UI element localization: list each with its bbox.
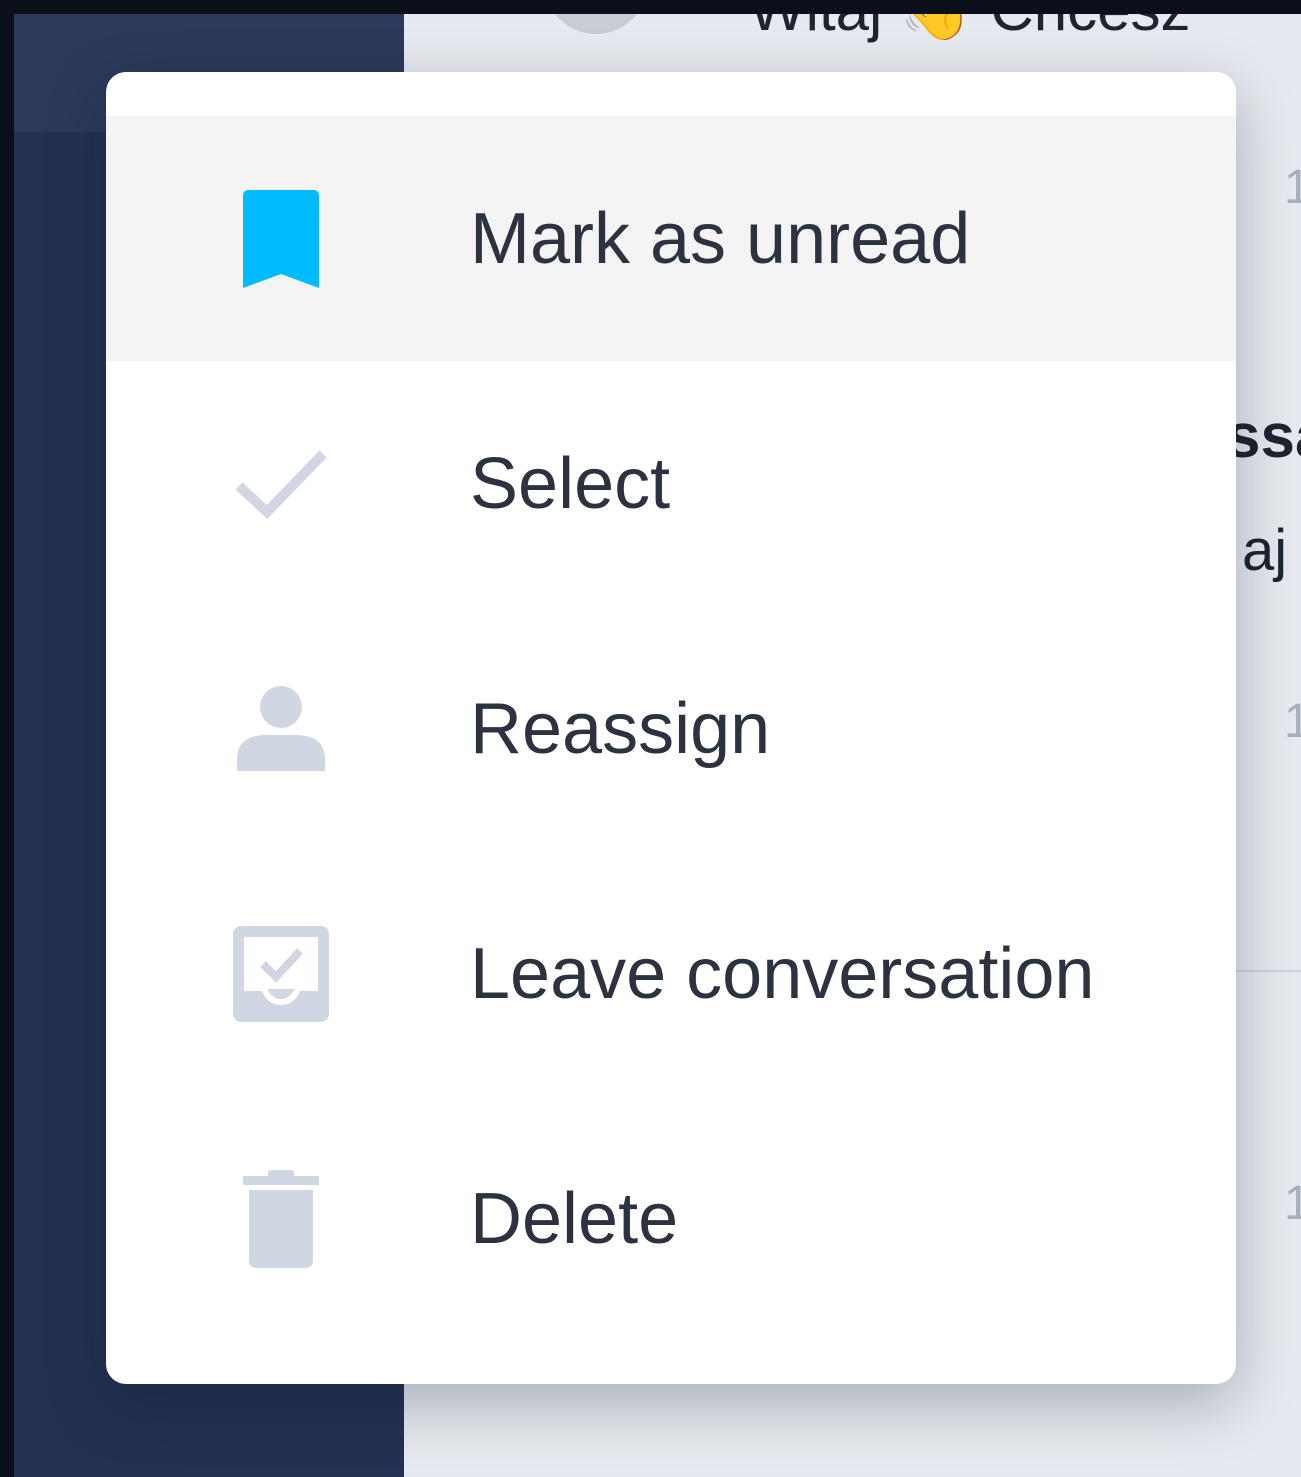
- trash-icon: [226, 1164, 336, 1274]
- list-item-time: 1: [1284, 695, 1301, 748]
- list-item-preview: aj: [1242, 518, 1288, 583]
- bookmark-icon: [226, 184, 336, 294]
- person-icon: [226, 674, 336, 784]
- checkmark-icon: [226, 429, 336, 539]
- list-item-time: 1: [1284, 161, 1301, 214]
- menu-item-label: Select: [470, 443, 671, 524]
- list-item-title: ssa: [1226, 402, 1301, 471]
- avatar: [544, 14, 648, 34]
- menu-item-label: Leave conversation: [470, 933, 1095, 1014]
- list-item-time: 1: [1284, 1177, 1301, 1230]
- menu-item-delete[interactable]: Delete: [106, 1096, 1236, 1341]
- menu-item-label: Reassign: [470, 688, 771, 769]
- menu-item-leave-conversation[interactable]: Leave conversation: [106, 851, 1236, 1096]
- list-divider: [1234, 970, 1301, 972]
- context-menu: Mark as unread Select Reassign Leave con…: [106, 72, 1236, 1384]
- screen: Witaj 👋 Chcesz 1 ssa aj 1 1 Mark as unre…: [0, 0, 1301, 1477]
- menu-item-reassign[interactable]: Reassign: [106, 606, 1236, 851]
- menu-item-label: Delete: [470, 1178, 679, 1259]
- inbox-check-icon: [226, 919, 336, 1029]
- menu-item-label: Mark as unread: [470, 198, 971, 279]
- greeting-text: Witaj 👋 Chcesz: [749, 14, 1190, 40]
- menu-item-mark-as-unread[interactable]: Mark as unread: [106, 116, 1236, 361]
- menu-item-select[interactable]: Select: [106, 361, 1236, 606]
